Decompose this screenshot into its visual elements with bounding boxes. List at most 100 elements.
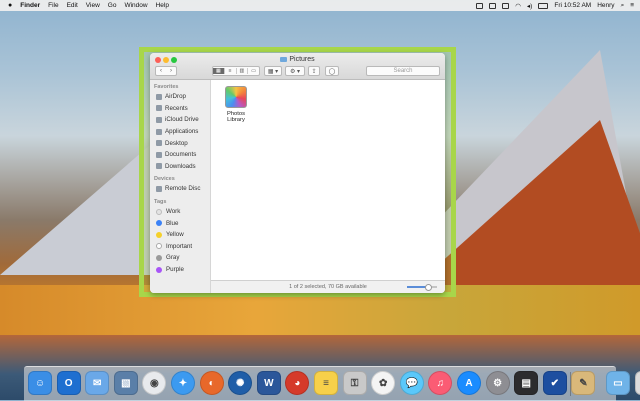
tag-button[interactable]: ◯: [325, 66, 339, 76]
column-view-button[interactable]: ▥: [237, 68, 249, 74]
share-button[interactable]: ⇪: [308, 66, 320, 76]
time-machine-icon[interactable]: [502, 2, 510, 9]
sidebar-item-remote-disc[interactable]: Remote Disc: [150, 183, 210, 195]
action-button[interactable]: ⚙ ▾: [285, 66, 305, 76]
menu-edit[interactable]: Edit: [67, 2, 78, 9]
dock-system-preferences-icon[interactable]: ⚙: [485, 371, 510, 395]
dock-chrome-icon[interactable]: ◉: [142, 371, 167, 395]
file-item-label: Photos Library: [226, 111, 246, 123]
forward-button[interactable]: ›: [166, 68, 176, 74]
recents-icon: [156, 105, 162, 112]
dock-finder-icon[interactable]: ☺: [28, 371, 52, 395]
menu-user[interactable]: Henry: [597, 2, 614, 9]
title-bar[interactable]: Pictures ‹ › ▦ ≡ ▥ ▭ ▦ ▾ ⚙ ▾ ⇪ ◯ Search: [150, 53, 445, 80]
wifi-icon[interactable]: ◠: [515, 2, 521, 10]
file-item-photos-library[interactable]: Photos Library: [218, 86, 254, 123]
dock-photo-booth-icon[interactable]: ◕: [285, 371, 310, 395]
sidebar-tag-yellow[interactable]: Yellow: [150, 229, 210, 241]
sidebar-item-label: iCloud Drive: [165, 116, 199, 124]
search-icon[interactable]: ⌕: [621, 2, 625, 10]
dock-keychain-icon[interactable]: ⚿: [342, 371, 367, 395]
dock-photos-icon[interactable]: ✿: [371, 371, 396, 395]
dock-script-editor-icon[interactable]: ✎: [571, 371, 596, 395]
sidebar-header-tags: Tags: [154, 198, 167, 205]
status-text: 1 of 2 selected, 70 GB available: [289, 284, 367, 290]
list-view-button[interactable]: ≡: [225, 68, 237, 74]
menu-bar: ● Finder File Edit View Go Window Help ◠…: [0, 0, 640, 11]
menu-go[interactable]: Go: [108, 2, 117, 9]
dock-downloads-folder-icon[interactable]: ▭: [606, 371, 630, 395]
menu-view[interactable]: View: [86, 2, 100, 9]
dock-preview-icon[interactable]: ▧: [113, 371, 138, 395]
sidebar-tag-purple[interactable]: Purple: [150, 264, 210, 276]
list-icon[interactable]: ≡: [630, 2, 634, 9]
tag-dot-icon: [156, 208, 162, 215]
window-title-label: Pictures: [289, 56, 315, 63]
icon-view-button[interactable]: ▦: [213, 68, 225, 74]
sidebar-item-label: Documents: [165, 151, 197, 159]
icon-size-slider[interactable]: [407, 284, 437, 291]
sidebar-item-label: Recents: [165, 104, 188, 112]
sidebar: Favorites AirDrop Recents iCloud Drive A…: [150, 80, 211, 293]
dock-mail-icon[interactable]: ✉: [85, 371, 110, 395]
sidebar-item-desktop[interactable]: Desktop: [150, 137, 210, 149]
sidebar-tag-work[interactable]: Work: [150, 206, 210, 218]
arrange-button[interactable]: ▦ ▾: [264, 66, 282, 76]
dock-music-icon[interactable]: ♫: [428, 371, 453, 395]
dock-tasks-icon[interactable]: ✔: [542, 371, 567, 395]
sidebar-item-label: Applications: [165, 128, 199, 136]
sidebar-item-applications[interactable]: Applications: [150, 126, 210, 138]
apple-icon[interactable]: ●: [8, 2, 12, 9]
downloads-icon: [156, 163, 162, 170]
dock-activity-monitor-icon[interactable]: ▤: [514, 371, 539, 395]
menu-window[interactable]: Window: [124, 2, 147, 9]
menu-file[interactable]: File: [48, 2, 58, 9]
battery-icon[interactable]: [538, 2, 549, 9]
photos-library-icon: [225, 86, 247, 108]
desktop-icon: [156, 140, 162, 147]
sidebar-item-label: Downloads: [165, 162, 196, 170]
status-icon[interactable]: [476, 2, 484, 9]
dock-word-icon[interactable]: W: [256, 371, 281, 395]
sidebar-item-documents[interactable]: Documents: [150, 149, 210, 161]
dock-firefox-icon[interactable]: ◐: [199, 371, 224, 395]
status-bar: 1 of 2 selected, 70 GB available: [211, 280, 445, 293]
search-field[interactable]: Search: [366, 66, 440, 76]
dock-messages-icon[interactable]: 💬: [399, 371, 424, 395]
gallery-view-button[interactable]: ▭: [248, 68, 259, 74]
sidebar-item-label: Remote Disc: [165, 185, 201, 193]
menu-app-finder[interactable]: Finder: [20, 2, 40, 9]
view-mode-control: ▦ ≡ ▥ ▭: [212, 66, 260, 76]
sidebar-header-devices: Devices: [154, 176, 175, 183]
file-area[interactable]: Photos Library: [211, 80, 445, 280]
sidebar-tag-blue[interactable]: Blue: [150, 217, 210, 229]
dock-app-store-icon[interactable]: A: [457, 371, 481, 395]
dock-safari-icon[interactable]: ✦: [171, 371, 195, 395]
sidebar-item-label: Blue: [166, 219, 179, 227]
icon-size-slider-knob[interactable]: [425, 284, 432, 291]
menu-extras: ◠ ◂) Fri 10:52 AM Henry ⌕ ≡: [476, 0, 634, 11]
sidebar-item-icloud-drive[interactable]: iCloud Drive: [150, 114, 210, 126]
sidebar-item-airdrop[interactable]: AirDrop: [150, 91, 210, 103]
back-button[interactable]: ‹: [156, 68, 166, 74]
sidebar-item-recents[interactable]: Recents: [150, 103, 210, 115]
dock-notes-icon[interactable]: ≡: [314, 371, 338, 395]
sidebar-tag-gray[interactable]: Gray: [150, 252, 210, 264]
sidebar-tag-important[interactable]: Important: [150, 241, 210, 253]
menu-help[interactable]: Help: [156, 2, 169, 9]
sidebar-item-label: Purple: [166, 266, 184, 274]
volume-icon[interactable]: ◂): [527, 2, 532, 10]
dock: ☺O✉▧◉✦◐✺W◕≡⚿✿💬♫A⚙▤✔✎ ▭🗑: [24, 366, 640, 401]
tag-dot-icon: [156, 266, 162, 273]
sidebar-item-downloads[interactable]: Downloads: [150, 161, 210, 173]
menu-clock[interactable]: Fri 10:52 AM: [554, 2, 591, 9]
airdrop-icon: [156, 93, 162, 100]
sidebar-item-label: Yellow: [166, 231, 184, 239]
sidebar-item-label: Important: [166, 242, 193, 250]
window-title: Pictures: [150, 56, 445, 63]
dock-outlook-icon[interactable]: O: [56, 371, 81, 395]
tag-dot-icon: [156, 220, 162, 227]
dock-network-icon[interactable]: ✺: [228, 371, 253, 395]
dock-trash-icon[interactable]: 🗑: [634, 371, 640, 395]
airplay-icon[interactable]: [489, 2, 497, 9]
